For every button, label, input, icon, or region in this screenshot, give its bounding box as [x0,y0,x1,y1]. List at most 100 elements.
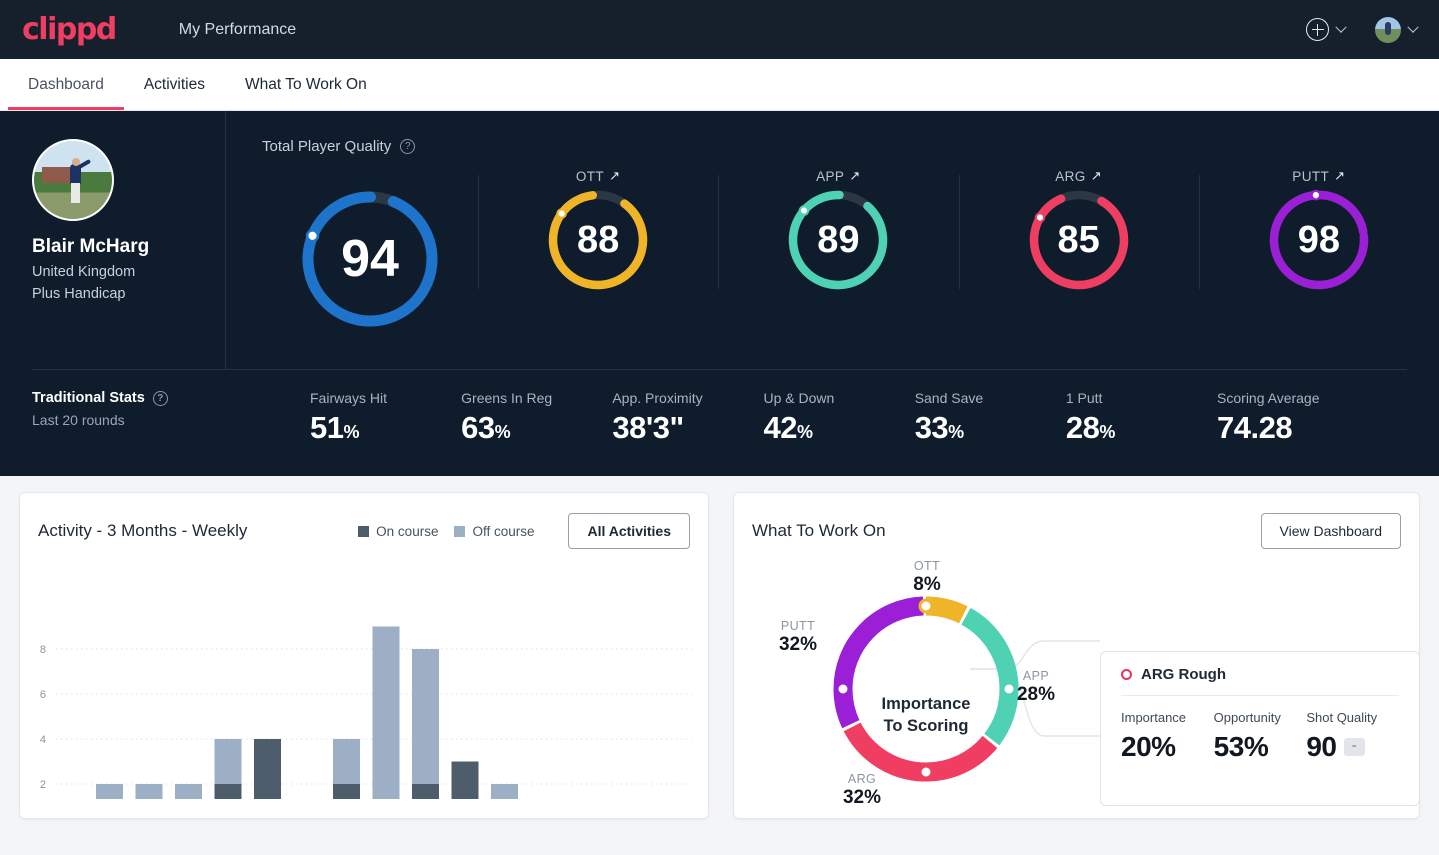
stat-label: Fairways Hit [310,390,388,406]
donut-label-key: OTT [913,559,941,573]
metric-label: Importance [1121,710,1187,725]
metric-label: Shot Quality [1306,710,1378,725]
gauge-putt-label: PUTT [1292,168,1330,184]
question-mark-icon[interactable]: ? [400,139,416,154]
top-bar-actions [1306,16,1419,43]
plus-circle-icon[interactable] [1306,18,1329,41]
stat-sand-save: Sand Save 33% [915,390,1066,446]
stat-value: 51 [310,410,344,445]
stat-label: 1 Putt [1065,390,1103,406]
activity-card-title: Activity - 3 Months - Weekly [38,521,248,540]
all-activities-button[interactable]: All Activities [568,513,690,549]
gauge-arg: ARG ↗ 85 [958,159,1199,293]
page-title: My Performance [178,20,297,38]
legend-on-course[interactable]: On course [358,524,438,539]
detail-panel-title: ARG Rough [1141,666,1226,683]
metric-importance: Importance 20% [1121,710,1214,763]
wtwo-card-title: What To Work On [752,521,886,540]
legend-off-course[interactable]: Off course [454,524,534,539]
stat-value: 33 [914,410,949,445]
stat-label: App. Proximity [612,390,703,406]
metric-shot-quality: Shot Quality 90 - [1306,710,1399,763]
app-logo[interactable]: clippd [22,14,117,45]
ring-arg-value: 85 [1057,218,1100,261]
stat-label: Scoring Average [1217,390,1320,406]
stat-app-proximity: App. Proximity 38'3" [612,390,763,446]
chevron-down-icon[interactable] [1335,21,1347,33]
tab-what-to-work-on[interactable]: What To Work On [225,59,387,110]
view-dashboard-button[interactable]: View Dashboard [1260,513,1401,549]
total-player-quality-label: Total Player Quality [262,138,392,155]
tab-dashboard[interactable]: Dashboard [8,59,124,110]
ring-ott-value: 88 [576,218,620,261]
tab-bar: Dashboard Activities What To Work On [0,59,1439,111]
donut-label-app: APP 28% [1004,669,1068,706]
metric-label: Opportunity [1213,710,1281,725]
chart-legend: On course Off course All Activities [358,513,690,549]
stat-unit: % [343,422,359,442]
stat-value: 38'3" [612,410,684,445]
player-handicap: Plus Handicap [32,286,126,302]
stat-unit: % [797,422,813,442]
donut-label-value: 32% [842,787,882,808]
legend-swatch-off-course [454,525,466,537]
stat-fairways-hit: Fairways Hit 51% [310,390,461,446]
stat-value: 63 [461,410,495,445]
gauge-app: APP ↗ 89 [718,159,958,293]
avatar-chevron-down-icon[interactable] [1407,21,1419,33]
avatar[interactable] [1375,16,1401,43]
stat-greens-in-reg: Greens In Reg 63% [461,390,612,446]
donut-label-ott: OTT 8% [897,559,957,596]
tab-what-to-work-on-label: What To Work On [244,75,367,93]
donut-label-key: ARG [847,772,877,786]
y-tick-8: 8 [40,644,46,656]
gauge-ott: OTT ↗ 88 [478,159,718,293]
metric-opportunity: Opportunity 53% [1214,710,1307,763]
stat-value: 42 [763,410,798,445]
stat-label: Greens In Reg [461,390,553,406]
total-player-quality-header: Total Player Quality ? [262,111,1439,155]
circle-outline-icon [1121,669,1132,680]
player-avatar[interactable] [32,139,114,221]
gauge-row: 94 OTT ↗ 88 APP ↗ 89 ARG ↗ 85 PUTT ↗ 98 [262,159,1439,331]
metric-value: 90 [1306,731,1337,762]
handle-putt [835,681,851,697]
tab-dashboard-label: Dashboard [28,75,104,93]
what-to-work-on-card: What To Work On View Dashboard Importanc… [733,492,1420,819]
ring-app: 89 [785,187,891,293]
donut-label-putt: PUTT 32% [766,619,830,656]
player-name: Blair McHarg [32,236,150,257]
activity-card: Activity - 3 Months - Weekly On course O… [19,492,709,852]
importance-donut: Importance To Scoring OTT 8% APP 28% ARG… [779,559,1072,815]
gauge-ott-label: OTT [575,168,605,184]
donut-label-value: 8% [913,574,941,595]
top-bar: clippd My Performance [0,0,1439,59]
metric-value: 20% [1121,731,1176,762]
tab-activities-label: Activities [143,75,205,93]
y-tick-2: 2 [40,779,46,791]
traditional-stats-title: Traditional Stats [32,390,145,406]
bar-chart-svg: 8 6 4 2 0 [40,626,692,852]
metric-value: 53% [1213,731,1269,762]
player-quality-section: Total Player Quality ? 94 OTT ↗ 88 APP ↗… [225,111,1439,369]
traditional-stats-header: Traditional Stats ? Last 20 rounds [32,390,310,428]
donut-label-key: PUTT [780,619,816,633]
ring-putt-value: 98 [1297,218,1341,261]
player-country: United Kingdom [32,264,136,280]
stat-label: Up & Down [763,390,835,406]
ring-total-value: 94 [341,230,399,288]
question-mark-icon[interactable]: ? [152,390,168,406]
stat-unit: % [1099,422,1115,442]
handle-arg [918,764,934,780]
gauge-app-label: APP [816,168,845,184]
y-tick-4: 4 [40,734,46,746]
donut-label-value: 32% [778,634,818,655]
player-profile: Blair McHarg United Kingdom Plus Handica… [0,111,225,369]
detail-panel: ARG Rough Importance 20% Opportunity 53%… [1100,651,1420,806]
gauge-putt: PUTT ↗ 98 [1198,159,1439,293]
y-tick-6: 6 [40,689,46,701]
stat-1-putt: 1 Putt 28% [1066,390,1217,446]
tab-activities[interactable]: Activities [124,59,225,110]
donut-label-value: 28% [1016,684,1056,705]
legend-swatch-on-course [358,525,370,537]
